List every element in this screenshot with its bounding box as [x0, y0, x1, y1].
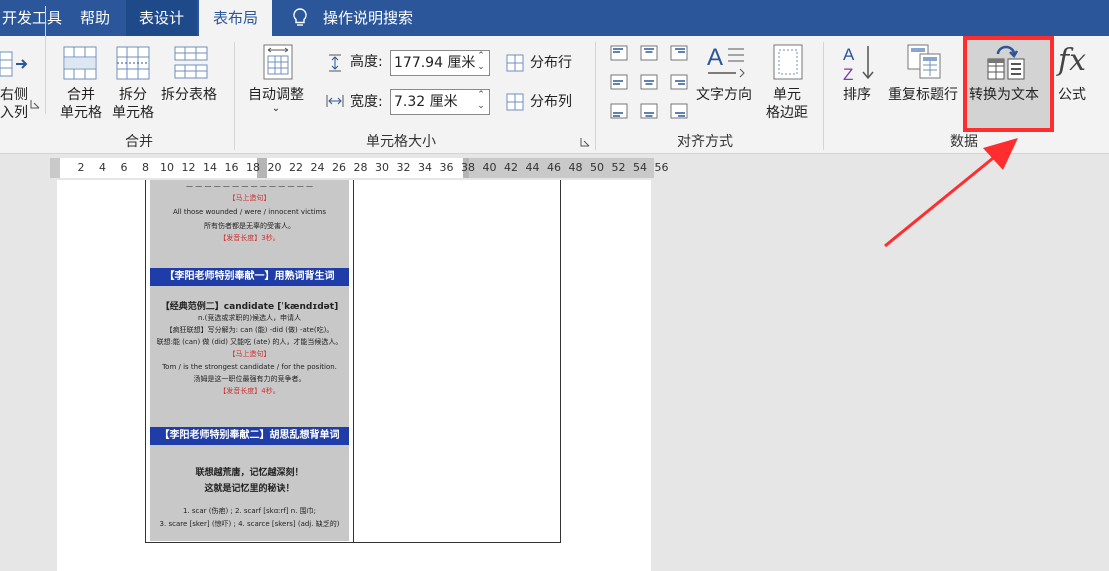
- word-window: { "tabs": { "developer": "开发工具", "help":…: [0, 0, 1109, 571]
- red-arrow-annotation: [884, 138, 1018, 248]
